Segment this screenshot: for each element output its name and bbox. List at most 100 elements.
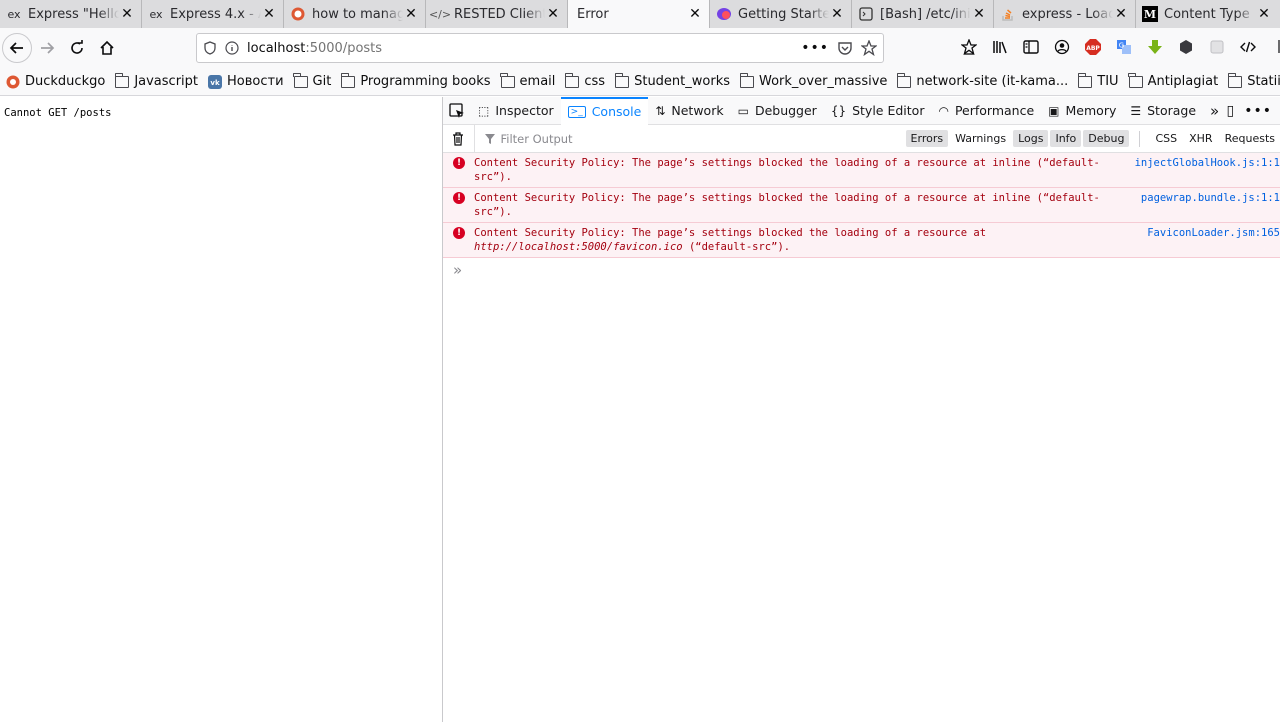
devtools-panel: ⬚ Inspector >_ Console ⇅ Network ▭ Debugger … — [443, 96, 1280, 722]
filter-placeholder: Filter Output — [500, 131, 573, 146]
filter-xhr-toggle[interactable]: XHR — [1184, 130, 1217, 147]
tab-express-hello[interactable]: ex Express "Hello World" e ✕ — [0, 0, 142, 28]
bookmark-folder-programming-books[interactable]: Programming books — [340, 72, 491, 89]
shield-icon[interactable] — [203, 41, 217, 55]
filter-requests-toggle[interactable]: Requests — [1220, 130, 1280, 147]
tab-performance[interactable]: ◠ Performance — [931, 97, 1041, 125]
url-host: localhost — [247, 40, 306, 56]
close-icon[interactable]: ✕ — [545, 6, 561, 22]
bookmark-folder-statii[interactable]: Statii — [1227, 72, 1280, 89]
tab-error[interactable]: Error ✕ — [568, 0, 710, 28]
close-icon[interactable]: ✕ — [829, 6, 845, 22]
folder-icon — [500, 72, 515, 88]
bookmark-folder-css[interactable]: css — [564, 72, 605, 89]
bookmark-folder-email[interactable]: email — [500, 72, 555, 89]
message-source-link[interactable]: injectGlobalHook.js:1:1 — [1135, 156, 1280, 170]
close-icon[interactable]: ✕ — [261, 6, 277, 22]
tab-inspector[interactable]: ⬚ Inspector — [471, 97, 561, 125]
bookmark-folder-student-works[interactable]: Student_works — [614, 72, 730, 89]
inspector-icon: ⬚ — [478, 103, 490, 118]
bookmark-folder-work-over-massive[interactable]: Work_over_massive — [739, 72, 887, 89]
close-icon[interactable]: ✕ — [1256, 6, 1272, 22]
devtools-menu-icon[interactable]: ••• — [1244, 103, 1272, 119]
folder-icon — [114, 72, 130, 88]
forward-arrow-icon — [41, 42, 55, 54]
account-icon[interactable] — [1048, 32, 1076, 62]
home-button[interactable] — [92, 33, 122, 63]
firefox-icon — [716, 6, 732, 22]
extension-cube-icon[interactable] — [1172, 32, 1200, 62]
filter-info-toggle[interactable]: Info — [1050, 130, 1082, 147]
filter-warnings-toggle[interactable]: Warnings — [950, 130, 1011, 147]
filter-divider — [1139, 130, 1141, 147]
tab-memory[interactable]: ▣ Memory — [1041, 97, 1123, 125]
svg-text:ABP: ABP — [1086, 45, 1100, 52]
close-icon[interactable]: ✕ — [971, 6, 987, 22]
bookmark-star-icon[interactable] — [861, 40, 877, 56]
error-icon: ! — [453, 157, 465, 169]
more-tools-button[interactable]: » — [1203, 97, 1226, 125]
devtools-code-icon[interactable] — [1234, 32, 1262, 62]
reload-button[interactable] — [62, 33, 92, 63]
filter-css-toggle[interactable]: CSS — [1150, 130, 1182, 147]
folder-icon — [340, 72, 356, 88]
tab-content-type[interactable]: M Content Type ✕ — [1136, 0, 1278, 28]
filter-errors-toggle[interactable]: Errors — [905, 130, 949, 147]
close-icon[interactable]: ✕ — [119, 6, 135, 22]
bookmark-novosti[interactable]: vk Новости — [208, 74, 284, 89]
download-helper-icon[interactable] — [1141, 32, 1169, 62]
bookmark-folder-javascript[interactable]: Javascript — [114, 72, 198, 89]
bookmark-folder-git[interactable]: Git — [293, 72, 331, 89]
tab-title: Getting Started — [738, 6, 829, 22]
error-icon: ! — [453, 227, 465, 239]
tab-console[interactable]: >_ Console — [560, 96, 649, 125]
filter-debug-toggle[interactable]: Debug — [1083, 130, 1130, 147]
forward-button[interactable] — [32, 33, 62, 63]
close-icon[interactable]: ✕ — [1113, 6, 1129, 22]
tab-express-api[interactable]: ex Express 4.x - API ✕ — [142, 0, 284, 28]
tab-how-to-manage[interactable]: how to manage ✕ — [284, 0, 426, 28]
folder-icon — [564, 72, 580, 88]
dock-toggle-icon[interactable]: ▯ — [1227, 103, 1235, 119]
tab-bash-etc-init[interactable]: [Bash] /etc/init ✕ — [852, 0, 994, 28]
close-icon[interactable]: ✕ — [403, 6, 419, 22]
element-picker-button[interactable] — [443, 97, 471, 125]
message-source-link[interactable]: FaviconLoader.jsm:165 — [1147, 226, 1280, 240]
clear-console-button[interactable] — [443, 131, 472, 146]
tab-style-editor[interactable]: {} Style Editor — [824, 97, 932, 125]
tab-strip: ex Express "Hello World" e ✕ ex Express … — [0, 0, 1280, 28]
translate-icon[interactable]: G — [1110, 32, 1138, 62]
url-bar[interactable]: localhost:5000/posts ••• — [196, 33, 884, 63]
back-button[interactable] — [2, 33, 32, 63]
vk-icon: vk — [208, 74, 222, 89]
extension-grey-icon[interactable] — [1203, 32, 1231, 62]
bookmark-folder-antiplagiat[interactable]: Antiplagiat — [1128, 72, 1218, 89]
message-text: Content Security Policy: The page’s sett… — [474, 227, 987, 239]
url-path: :5000/posts — [305, 40, 383, 56]
adblock-icon[interactable]: ABP — [1079, 32, 1107, 62]
message-source-link[interactable]: pagewrap.bundle.js:1:1 — [1141, 191, 1280, 205]
pocket-icon[interactable] — [837, 40, 853, 56]
close-icon[interactable]: ✕ — [687, 6, 703, 22]
bookmark-duckduckgo[interactable]: Duckduckgo — [6, 74, 105, 89]
info-icon[interactable] — [225, 41, 239, 55]
library-icon[interactable] — [986, 32, 1014, 62]
tab-storage[interactable]: ☰ Storage — [1123, 97, 1203, 125]
page-actions-icon[interactable]: ••• — [801, 40, 829, 56]
tab-rested-client[interactable]: </> RESTED Client ✕ — [426, 0, 568, 28]
sidebar-icon[interactable] — [1017, 32, 1045, 62]
tab-network[interactable]: ⇅ Network — [648, 97, 730, 125]
bookmark-folder-tiu[interactable]: TIU — [1077, 72, 1119, 89]
bookmarks-star-icon[interactable] — [955, 32, 983, 62]
express-icon: ex — [149, 7, 163, 21]
overflow-menu-icon[interactable] — [1265, 32, 1280, 62]
console-input[interactable]: » — [443, 258, 1280, 282]
message-text-cont: http://localhost:5000/favicon.ico (“defa… — [474, 240, 1120, 254]
tab-express-load[interactable]: express - Load ✕ — [994, 0, 1136, 28]
filter-logs-toggle[interactable]: Logs — [1013, 130, 1049, 147]
tab-getting-started[interactable]: Getting Started ✕ — [710, 0, 852, 28]
tab-debugger[interactable]: ▭ Debugger — [731, 97, 824, 125]
message-url[interactable]: http://localhost:5000/favicon.ico — [474, 241, 683, 253]
bookmark-folder-network-site[interactable]: network-site (it-kama... — [896, 72, 1068, 89]
filter-output-input[interactable]: Filter Output — [474, 124, 887, 153]
